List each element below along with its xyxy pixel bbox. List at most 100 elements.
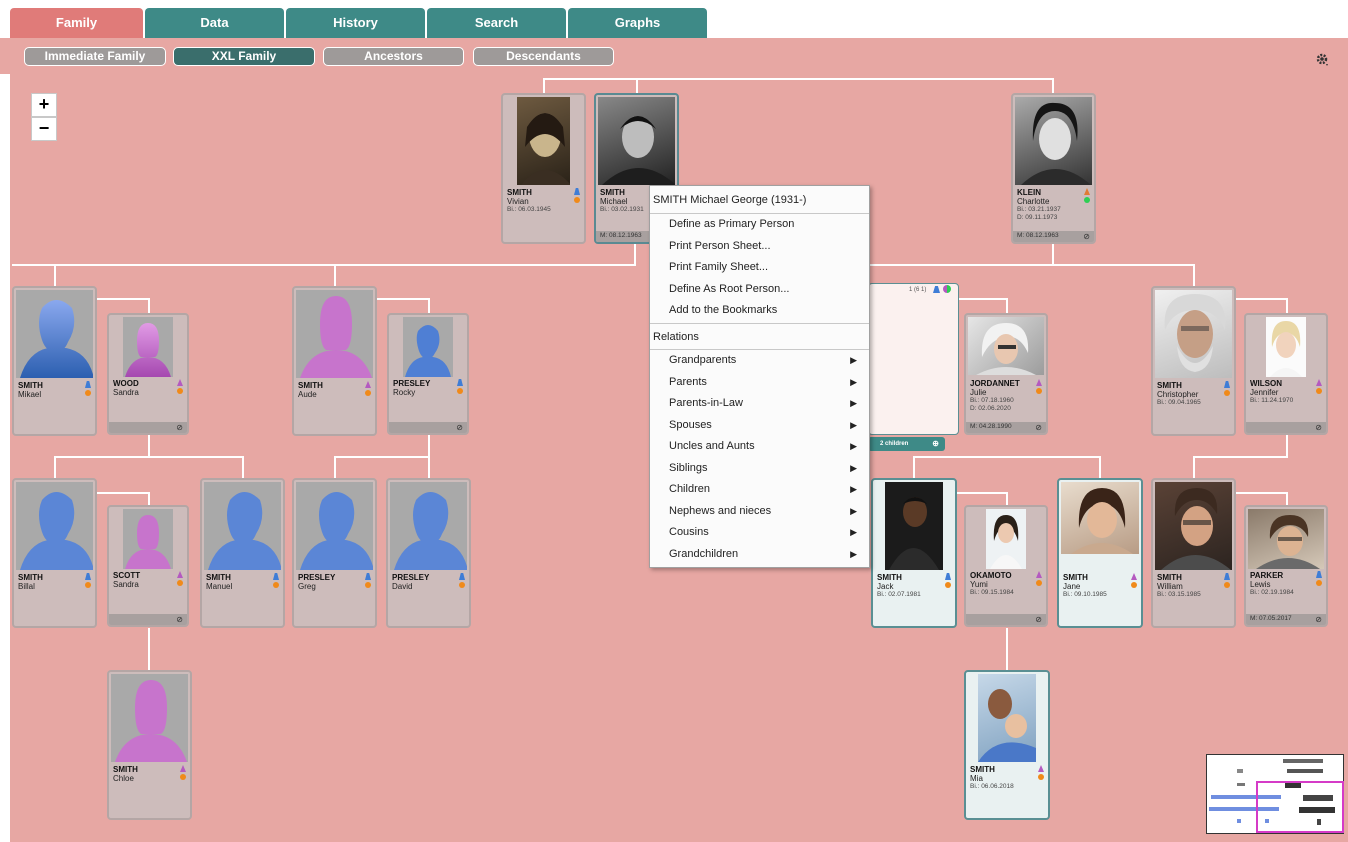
person-card-christopher-smith[interactable]: SMITH Christopher Bi.: 09.04.1965 bbox=[1151, 286, 1236, 436]
person-dates: Bi.: 06.06.2018 bbox=[970, 783, 1014, 790]
male-gender-icon bbox=[1316, 571, 1322, 578]
menu-item-define-root-person[interactable]: Define As Root Person... bbox=[650, 279, 869, 300]
status-dot bbox=[1036, 388, 1042, 394]
submenu-arrow-icon: ▶ bbox=[850, 398, 857, 408]
subtab-immediate-family[interactable]: Immediate Family bbox=[24, 47, 166, 66]
menu-item-cousins[interactable]: Cousins ▶ bbox=[650, 522, 869, 543]
person-card-mikael-smith[interactable]: SMITH Mikael bbox=[12, 286, 97, 436]
male-gender-icon bbox=[945, 573, 951, 580]
person-card-jack-smith[interactable]: SMITH Jack Bi.: 02.07.1981 bbox=[871, 478, 957, 628]
menu-item-children[interactable]: Children ▶ bbox=[650, 479, 869, 500]
status-dot bbox=[85, 582, 91, 588]
menu-item-define-primary-person[interactable]: Define as Primary Person bbox=[650, 214, 869, 235]
menu-item-grandchildren[interactable]: Grandchildren ▶ bbox=[650, 544, 869, 565]
person-card-jennifer-wilson[interactable]: WILSON Jennifer Bi.: 11.24.1970 ⊘ bbox=[1244, 313, 1328, 435]
person-card-mia-smith[interactable]: SMITH Mia Bi.: 06.06.2018 bbox=[964, 670, 1050, 820]
person-card-sandra-wood[interactable]: WOOD Sandra ⊘ bbox=[107, 313, 189, 435]
person-surname: WILSON bbox=[1250, 379, 1282, 388]
tab-graphs[interactable]: Graphs bbox=[568, 8, 707, 38]
person-card-jane-smith[interactable]: SMITH Jane Bi.: 09.10.1985 bbox=[1057, 478, 1143, 628]
status-dot bbox=[180, 774, 186, 780]
menu-item-add-bookmarks[interactable]: Add to the Bookmarks bbox=[650, 300, 869, 321]
person-surname: OKAMOTO bbox=[970, 571, 1012, 580]
menu-item-print-family-sheet[interactable]: Print Family Sheet... bbox=[650, 257, 869, 278]
person-card-aude-smith[interactable]: SMITH Aude bbox=[292, 286, 377, 436]
marriage-bar: ⊘ bbox=[389, 422, 467, 433]
male-gender-icon bbox=[365, 573, 371, 580]
tab-family[interactable]: Family bbox=[10, 8, 143, 38]
person-surname: SMITH bbox=[18, 573, 43, 582]
link-icon[interactable]: ⊘ bbox=[176, 615, 183, 624]
link-icon[interactable]: ⊘ bbox=[1035, 423, 1042, 432]
female-silhouette bbox=[111, 674, 188, 762]
person-surname: PRESLEY bbox=[393, 379, 431, 388]
male-silhouette bbox=[16, 290, 93, 378]
person-card-david-presley[interactable]: PRESLEY David bbox=[386, 478, 471, 628]
person-card-chloe-smith[interactable]: SMITH Chloe bbox=[107, 670, 192, 820]
tree-minimap[interactable] bbox=[1206, 754, 1344, 834]
person-surname: SMITH bbox=[600, 188, 625, 197]
menu-item-print-person-sheet[interactable]: Print Person Sheet... bbox=[650, 236, 869, 257]
zoom-out-button[interactable]: − bbox=[31, 117, 57, 141]
status-dot bbox=[1131, 582, 1137, 588]
link-icon[interactable]: ⊘ bbox=[1083, 232, 1090, 241]
subtab-descendants[interactable]: Descendants bbox=[473, 47, 614, 66]
person-dates: Bi.: 03.02.1931 bbox=[600, 206, 644, 213]
menu-item-grandparents[interactable]: Grandparents ▶ bbox=[650, 350, 869, 371]
menu-item-parents-in-law[interactable]: Parents-in-Law ▶ bbox=[650, 393, 869, 414]
menu-item-uncles-aunts[interactable]: Uncles and Aunts ▶ bbox=[650, 436, 869, 457]
menu-item-parents[interactable]: Parents ▶ bbox=[650, 372, 869, 393]
person-surname: PARKER bbox=[1250, 571, 1284, 580]
gear-icon[interactable] bbox=[1314, 51, 1330, 67]
subtab-xxl-family[interactable]: XXL Family bbox=[173, 47, 315, 66]
marriage-bar: ⊘ bbox=[966, 614, 1046, 625]
female-gender-icon bbox=[1131, 573, 1137, 580]
person-card-greg-presley[interactable]: PRESLEY Greg bbox=[292, 478, 377, 628]
link-icon[interactable]: ⊘ bbox=[1035, 615, 1042, 624]
person-card-william-smith[interactable]: SMITH William Bi.: 03.15.1985 bbox=[1151, 478, 1236, 628]
portrait-photo bbox=[1155, 290, 1232, 378]
children-button[interactable]: 2 children ⊕ bbox=[868, 437, 945, 451]
person-dates: Bi.: 03.15.1985 bbox=[1157, 591, 1201, 598]
person-card-julie-jordannet[interactable]: JORDANNET Julie Bi.: 07.18.1960 D: 02.06… bbox=[964, 313, 1048, 435]
submenu-arrow-icon: ▶ bbox=[850, 506, 857, 516]
zoom-in-button[interactable]: + bbox=[31, 93, 57, 117]
family-box[interactable]: 1 (6 1) bbox=[868, 283, 959, 435]
person-card-billal-smith[interactable]: SMITH Billal bbox=[12, 478, 97, 628]
link-icon[interactable]: ⊘ bbox=[176, 423, 183, 432]
subtab-ancestors[interactable]: Ancestors bbox=[323, 47, 464, 66]
link-icon[interactable]: ⊘ bbox=[456, 423, 463, 432]
minimap-viewport[interactable] bbox=[1256, 781, 1344, 833]
marriage-bar: ⊘ bbox=[1246, 422, 1326, 433]
person-first-name: Michael bbox=[600, 197, 628, 206]
submenu-arrow-icon: ▶ bbox=[850, 527, 857, 537]
status-dot bbox=[1316, 580, 1322, 586]
person-card-lewis-parker[interactable]: PARKER Lewis Bi.: 02.19.1984 M: 07.05.20… bbox=[1244, 505, 1328, 627]
menu-item-nephews-nieces[interactable]: Nephews and nieces ▶ bbox=[650, 501, 869, 522]
menu-item-siblings[interactable]: Siblings ▶ bbox=[650, 458, 869, 479]
person-card-sandra-scott[interactable]: SCOTT Sandra ⊘ bbox=[107, 505, 189, 627]
person-birth-date: Bi.: 03.21.1937 bbox=[1017, 206, 1061, 213]
menu-item-spouses[interactable]: Spouses ▶ bbox=[650, 415, 869, 436]
link-icon[interactable]: ⊘ bbox=[1315, 423, 1322, 432]
person-card-yumi-okamoto[interactable]: OKAMOTO Yumi Bi.: 09.15.1984 ⊘ bbox=[964, 505, 1048, 627]
person-card-rocky-presley[interactable]: PRESLEY Rocky ⊘ bbox=[387, 313, 469, 435]
person-surname: SMITH bbox=[1157, 381, 1182, 390]
person-first-name: William bbox=[1157, 582, 1183, 591]
person-card-manuel-smith[interactable]: SMITH Manuel bbox=[200, 478, 285, 628]
tab-search[interactable]: Search bbox=[427, 8, 566, 38]
person-card-charlotte-klein[interactable]: KLEIN Charlotte Bi.: 03.21.1937 D: 09.11… bbox=[1011, 93, 1096, 244]
status-dot bbox=[1036, 580, 1042, 586]
person-card-vivian-smith[interactable]: SMITH Vivian Bi.: 06.03.1945 bbox=[501, 93, 586, 244]
female-silhouette bbox=[296, 290, 373, 378]
male-silhouette bbox=[204, 482, 281, 570]
tab-history[interactable]: History bbox=[286, 8, 425, 38]
tab-data[interactable]: Data bbox=[145, 8, 284, 38]
male-gender-icon bbox=[1224, 381, 1230, 388]
male-gender-icon bbox=[457, 379, 463, 386]
status-dot bbox=[574, 197, 580, 203]
portrait-photo bbox=[1266, 317, 1306, 377]
portrait-photo bbox=[1155, 482, 1232, 570]
portrait-photo bbox=[1061, 482, 1139, 554]
link-icon[interactable]: ⊘ bbox=[1315, 615, 1322, 624]
